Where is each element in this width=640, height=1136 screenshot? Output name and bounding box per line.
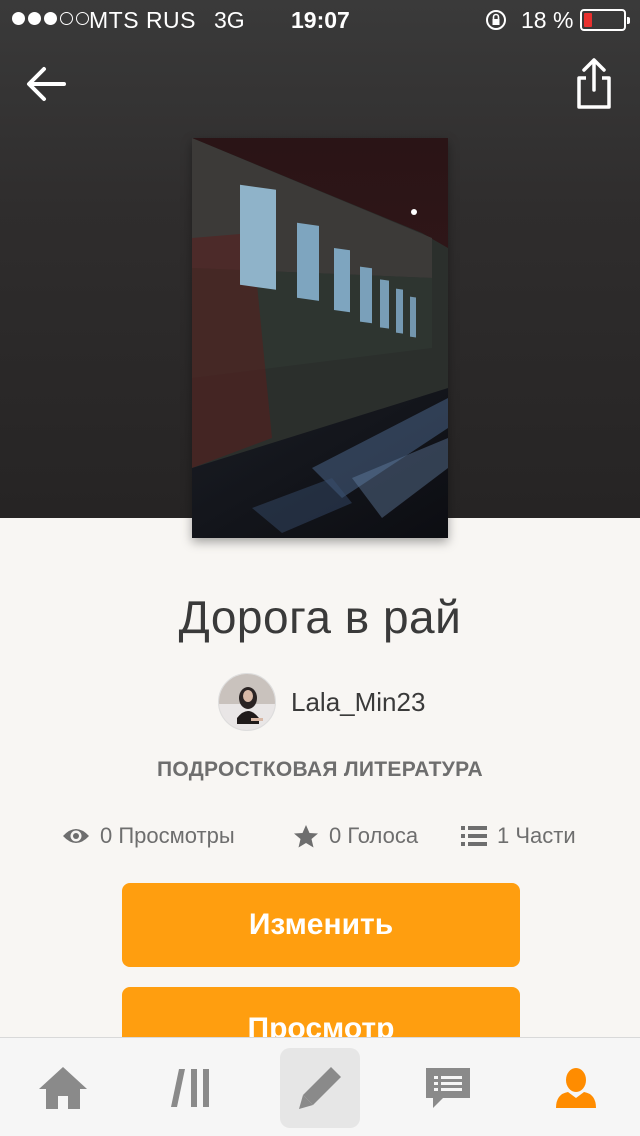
tab-home[interactable]	[23, 1048, 103, 1128]
tab-library[interactable]	[152, 1048, 232, 1128]
battery-icon	[580, 9, 630, 31]
author-link[interactable]: Lala_Min23	[218, 672, 425, 732]
signal-strength-icon	[12, 12, 89, 25]
tab-messages[interactable]	[408, 1048, 488, 1128]
tab-bar	[0, 1037, 640, 1136]
votes-stat: 0 Голоса	[293, 818, 418, 854]
views-count: 0 Просмотры	[100, 823, 235, 848]
battery-percent: 18 %	[521, 7, 574, 33]
status-bar: MTS RUS 3G 19:07 18 %	[0, 0, 640, 40]
story-stats: 0 Просмотры 0 Голоса 1 Части	[0, 818, 640, 854]
list-icon	[461, 826, 487, 846]
star-icon	[294, 825, 318, 848]
chat-icon	[426, 1068, 470, 1108]
story-title: Дорога в рай	[178, 591, 462, 643]
parts-count: 1 Части	[497, 823, 576, 848]
tab-profile[interactable]	[536, 1048, 616, 1128]
library-icon	[171, 1069, 209, 1107]
parts-stat: 1 Части	[461, 818, 576, 854]
cover-image	[192, 138, 448, 538]
rotation-lock-icon	[486, 10, 506, 30]
profile-icon	[556, 1068, 596, 1108]
author-name: Lala_Min23	[291, 686, 426, 717]
pencil-icon	[299, 1067, 341, 1109]
back-button[interactable]	[22, 60, 70, 108]
views-stat: 0 Просмотры	[62, 818, 235, 854]
share-button[interactable]	[572, 56, 616, 112]
edit-button[interactable]: Изменить	[122, 883, 520, 967]
eye-icon	[63, 829, 89, 843]
tab-write[interactable]	[280, 1048, 360, 1128]
status-time: 19:07	[291, 7, 350, 33]
network-type: 3G	[214, 7, 245, 33]
carrier-name: MTS RUS	[89, 7, 196, 33]
avatar	[218, 673, 276, 731]
story-cover[interactable]	[192, 138, 448, 538]
votes-count: 0 Голоса	[329, 823, 419, 848]
genre-label: ПОДРОСТКОВАЯ ЛИТЕРАТУРА	[156, 758, 484, 781]
home-icon	[39, 1067, 87, 1109]
